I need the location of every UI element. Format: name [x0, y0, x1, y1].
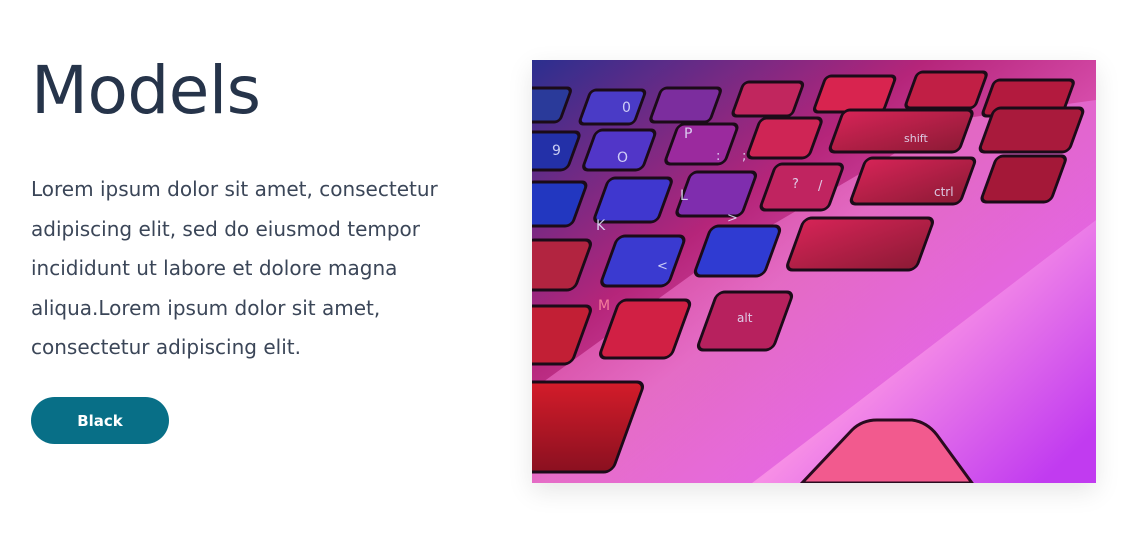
svg-text:M: M: [598, 298, 610, 314]
svg-text:?: ?: [792, 177, 799, 192]
svg-text:shift: shift: [904, 132, 928, 145]
hero-section: Models Lorem ipsum dolor sit amet, conse…: [0, 0, 1121, 541]
page-title: Models: [31, 52, 261, 129]
svg-text:>: >: [727, 211, 738, 226]
keyboard-photo: 9 0 O P L K M alt ctrl shift ? / ; : > <: [532, 60, 1096, 483]
svg-text:O: O: [617, 150, 628, 166]
svg-text:ctrl: ctrl: [934, 185, 954, 199]
hero-description: Lorem ipsum dolor sit amet, consectetur …: [31, 177, 438, 359]
svg-text:;: ;: [742, 149, 746, 164]
svg-text:<: <: [657, 259, 668, 274]
svg-text:/: /: [818, 179, 823, 194]
svg-text:0: 0: [622, 100, 631, 116]
svg-text:alt: alt: [737, 311, 753, 325]
svg-text::: :: [716, 149, 720, 164]
black-button[interactable]: Black: [31, 397, 169, 444]
svg-text:K: K: [596, 218, 606, 234]
svg-text:P: P: [684, 126, 692, 142]
svg-text:9: 9: [552, 143, 561, 159]
svg-text:L: L: [680, 188, 688, 204]
